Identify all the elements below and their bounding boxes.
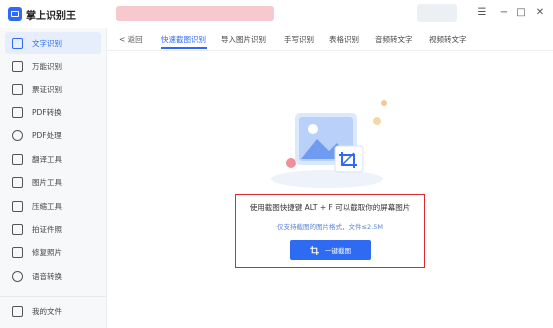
- sidebar-item-pdf-process[interactable]: PDF处理: [5, 124, 101, 146]
- minimize-icon[interactable]: −: [497, 6, 511, 20]
- pdf-convert-icon: [12, 106, 23, 118]
- sidebar-item-repair-photo[interactable]: 修复照片: [5, 241, 101, 263]
- button-label: 一键截图: [325, 247, 351, 255]
- sidebar-item-label: 翻译工具: [32, 154, 62, 164]
- sidebar-item-text-recognition[interactable]: 文字识别: [5, 32, 101, 54]
- audio-convert-icon: [12, 270, 23, 282]
- sidebar-item-label: 拍证件照: [32, 224, 62, 234]
- sidebar-item-compress[interactable]: 压缩工具: [5, 195, 101, 217]
- app-title: 掌上识别王: [26, 11, 76, 22]
- back-button[interactable]: < 返回: [119, 34, 143, 45]
- sidebar: 文字识别 万能识别 票证识别 PDF转换 PDF处理 翻译工具 图片工具 压缩工…: [0, 28, 107, 328]
- screenshot-illustration-icon: [271, 100, 387, 188]
- sidebar-item-label: 图片工具: [32, 177, 62, 187]
- menu-icon[interactable]: ☰: [475, 6, 489, 20]
- text-recognition-icon: [12, 37, 23, 49]
- sidebar-item-universal-recognition[interactable]: 万能识别: [5, 55, 101, 77]
- camera-icon: [12, 60, 23, 72]
- sidebar-item-label: 票证识别: [32, 84, 62, 94]
- redacted-banner: [116, 6, 274, 21]
- sidebar-item-translate[interactable]: 翻译工具: [5, 148, 101, 170]
- tab-quick-screenshot[interactable]: 快速截图识别: [161, 34, 206, 45]
- shortcut-hint: 使用截图快捷键 ALT + F 可以截取你的屏幕图片: [249, 203, 411, 212]
- title-bar: 掌上识别王 ☰ − □ ✕: [0, 0, 553, 28]
- main-content: 使用截图快捷键 ALT + F 可以截取你的屏幕图片 仅支持截图的图片格式，文件…: [107, 51, 553, 328]
- one-click-screenshot-button[interactable]: 一键截图: [290, 240, 371, 260]
- active-tab-indicator: [161, 47, 207, 49]
- crop-icon: [310, 245, 319, 255]
- sidebar-item-label: 语音转换: [32, 271, 62, 281]
- sidebar-item-my-files[interactable]: 我的文件: [5, 300, 101, 322]
- sidebar-item-pdf-convert[interactable]: PDF转换: [5, 101, 101, 123]
- sidebar-divider: [0, 296, 106, 297]
- tab-video-to-text[interactable]: 视频转文字: [429, 34, 467, 45]
- sidebar-item-label: 万能识别: [32, 61, 62, 71]
- format-hint: 仅支持截图的图片格式，文件≤2.5M: [277, 223, 383, 231]
- translate-icon: [12, 153, 23, 165]
- sidebar-item-label: PDF处理: [32, 130, 62, 140]
- ticket-icon: [12, 83, 23, 95]
- repair-photo-icon: [12, 246, 23, 258]
- image-tool-icon: [12, 176, 23, 188]
- folder-icon: [12, 305, 23, 317]
- sidebar-item-image-tool[interactable]: 图片工具: [5, 171, 101, 193]
- app-logo-icon: [8, 7, 22, 21]
- tab-handwriting[interactable]: 手写识别: [284, 34, 314, 45]
- sidebar-item-label: PDF转换: [32, 107, 62, 117]
- id-photo-icon: [12, 223, 23, 235]
- compress-icon: [12, 200, 23, 212]
- maximize-icon[interactable]: □: [514, 6, 528, 20]
- sidebar-item-label: 文字识别: [32, 38, 62, 48]
- tab-table[interactable]: 表格识别: [329, 34, 359, 45]
- sidebar-item-label: 修复照片: [32, 247, 62, 257]
- tab-audio-to-text[interactable]: 音频转文字: [375, 34, 413, 45]
- sidebar-item-audio-convert[interactable]: 语音转换: [5, 265, 101, 287]
- sidebar-item-id-photo[interactable]: 拍证件照: [5, 218, 101, 240]
- tab-bar: < 返回 快速截图识别 导入图片识别 手写识别 表格识别 音频转文字 视频转文字: [107, 28, 553, 51]
- tab-import-image[interactable]: 导入图片识别: [221, 34, 266, 45]
- sidebar-item-label: 压缩工具: [32, 201, 62, 211]
- user-account-area[interactable]: [417, 4, 457, 22]
- sidebar-item-ticket-recognition[interactable]: 票证识别: [5, 78, 101, 100]
- pdf-process-icon: [12, 129, 23, 141]
- close-icon[interactable]: ✕: [533, 6, 547, 20]
- sidebar-item-label: 我的文件: [32, 306, 62, 316]
